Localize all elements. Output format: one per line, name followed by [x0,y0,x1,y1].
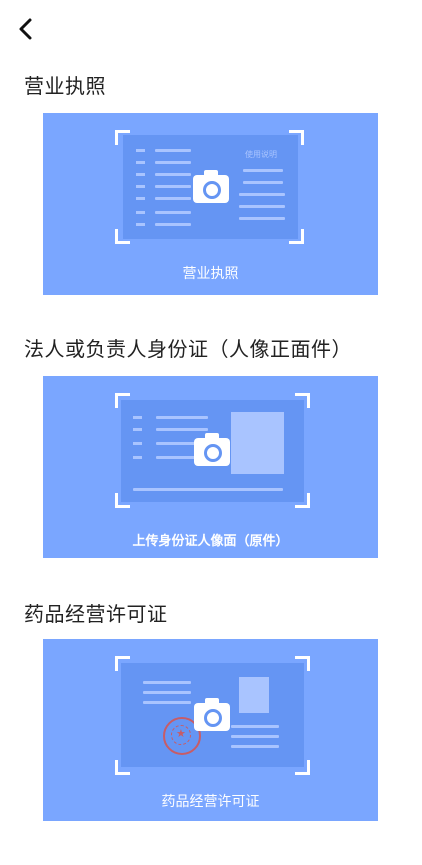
usage-instructions-text: 使用说明 [245,150,277,159]
section-title-business-license: 营业执照 [24,74,106,98]
id-card-upload-card[interactable]: 上传身份证人像面（原件） [43,376,378,558]
camera-icon [194,433,230,466]
camera-icon [194,698,230,731]
license-illustration: ★ [121,663,304,767]
section-title-id-card: 法人或负责人身份证（人像正面件） [24,337,352,361]
section-title-drug-license: 药品经营许可证 [24,602,168,626]
business-license-upload-card[interactable]: 使用说明 营业执照 [43,113,378,295]
portrait-placeholder [231,412,284,474]
back-button[interactable] [14,14,38,44]
card-label: 上传身份证人像面（原件） [132,534,289,549]
portrait-placeholder [239,677,269,713]
card-label: 药品经营许可证 [161,794,260,810]
card-label: 营业执照 [182,266,239,282]
camera-icon [193,170,229,203]
drug-license-upload-card[interactable]: ★ 药品经营许可证 [43,639,378,821]
id-card-illustration [121,400,304,502]
chevron-left-icon [19,18,32,40]
document-illustration: 使用说明 [123,135,298,239]
